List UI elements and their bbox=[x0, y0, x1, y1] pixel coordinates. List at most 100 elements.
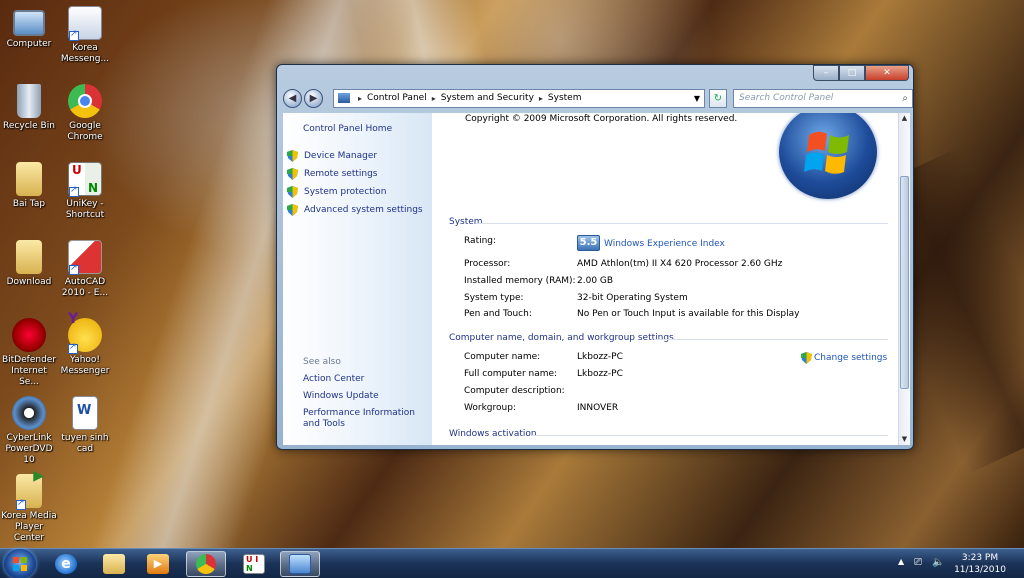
minimize-button[interactable]: – bbox=[813, 65, 839, 81]
pen-touch-label: Pen and Touch: bbox=[464, 309, 532, 319]
system-type-label: System type: bbox=[464, 293, 524, 303]
memory-value: 2.00 GB bbox=[577, 276, 614, 286]
close-button[interactable]: ✕ bbox=[865, 65, 909, 81]
maximize-button[interactable]: □ bbox=[839, 65, 865, 81]
task-label: Device Manager bbox=[304, 151, 378, 161]
desktop-icon-korea-messenger[interactable]: Korea Messeng... bbox=[56, 6, 114, 65]
breadcrumb-chevron-icon[interactable]: ▸ bbox=[432, 94, 436, 103]
breadcrumb-system-security[interactable]: System and Security bbox=[441, 93, 534, 103]
section-divider bbox=[532, 435, 888, 436]
pen-touch-value: No Pen or Touch Input is available for t… bbox=[577, 309, 800, 319]
left-navigation-pane: Control Panel Home Device Manager Remote… bbox=[283, 113, 432, 445]
taskbar-control-panel[interactable] bbox=[280, 551, 320, 577]
internet-explorer-icon: e bbox=[55, 554, 77, 574]
windows-flag-icon bbox=[804, 131, 849, 174]
shield-icon bbox=[287, 186, 298, 198]
windows-activation-section-title: Windows activation bbox=[449, 429, 537, 439]
back-button[interactable]: ◀ bbox=[283, 88, 302, 108]
desktop-icon-label: Korea Messeng... bbox=[60, 43, 110, 64]
desktop-icon-computer[interactable]: Computer bbox=[0, 6, 58, 50]
address-bar-row: ◀ ▶ ▸ Control Panel ▸ System and Securit… bbox=[283, 87, 913, 109]
volume-icon[interactable]: 🔈 bbox=[932, 557, 944, 568]
full-computer-name-value: Lkbozz-PC bbox=[577, 369, 623, 379]
taskbar-windows-explorer[interactable] bbox=[94, 551, 134, 577]
task-label: Advanced system settings bbox=[304, 205, 423, 215]
control-panel-home-link[interactable]: Control Panel Home bbox=[303, 124, 392, 134]
desktop-icon-bitdefender[interactable]: BitDefender Internet Se... bbox=[0, 318, 58, 388]
windows-experience-index-link[interactable]: Windows Experience Index bbox=[604, 239, 725, 249]
change-settings-link[interactable]: Change settings bbox=[801, 352, 887, 364]
taskbar-media-player[interactable]: ▶ bbox=[138, 551, 178, 577]
breadcrumb-control-panel[interactable]: Control Panel bbox=[367, 93, 427, 103]
desktop-icon-korea-media-player[interactable]: ▶ Korea Media Player Center bbox=[0, 469, 58, 544]
taskbar-google-chrome[interactable] bbox=[186, 551, 226, 577]
workgroup-value: INNOVER bbox=[577, 403, 619, 413]
taskbar-internet-explorer[interactable]: e bbox=[46, 551, 86, 577]
windows-update-link[interactable]: Windows Update bbox=[303, 391, 427, 402]
device-manager-link[interactable]: Device Manager bbox=[287, 150, 377, 162]
forward-button[interactable]: ▶ bbox=[304, 88, 323, 108]
desktop-icon-recycle-bin[interactable]: Recycle Bin bbox=[0, 84, 58, 132]
refresh-button[interactable]: ↻ bbox=[709, 88, 727, 108]
caption-buttons: – □ ✕ bbox=[813, 65, 909, 81]
desktop-icon-unikey[interactable]: UN UniKey - Shortcut bbox=[56, 162, 114, 221]
unikey-icon: UN bbox=[68, 162, 102, 197]
computer-icon bbox=[13, 10, 45, 36]
desktop-icon-label: AutoCAD 2010 - E... bbox=[61, 277, 109, 298]
network-icon[interactable]: ⎚ bbox=[914, 557, 922, 568]
desktop-icon-label: tuyen sinh cad bbox=[61, 433, 109, 454]
task-label: System protection bbox=[304, 187, 387, 197]
desktop-icon-label: Yahoo! Messenger bbox=[60, 355, 110, 376]
shield-icon bbox=[287, 150, 298, 162]
copyright-text: Copyright © 2009 Microsoft Corporation. … bbox=[465, 114, 738, 124]
desktop-icon-powerdvd[interactable]: CyberLink PowerDVD 10 bbox=[0, 396, 58, 466]
media-player-icon: ▶ bbox=[147, 554, 169, 574]
computer-name-label: Computer name: bbox=[464, 352, 541, 362]
desktop-icon-bai-tap[interactable]: Bai Tap bbox=[0, 162, 58, 210]
rating-label: Rating: bbox=[464, 236, 497, 246]
address-bar[interactable]: ▸ Control Panel ▸ System and Security ▸ … bbox=[333, 88, 705, 108]
clock-date: 11/13/2010 bbox=[954, 565, 1006, 575]
scroll-up-icon[interactable]: ▲ bbox=[899, 113, 910, 124]
desktop-icon-download[interactable]: Download bbox=[0, 240, 58, 288]
clock-time: 3:23 PM bbox=[961, 553, 999, 563]
system-protection-link[interactable]: System protection bbox=[287, 186, 386, 198]
vertical-scrollbar[interactable]: ▲ ▼ bbox=[898, 113, 910, 445]
unikey-icon: U IN bbox=[243, 554, 265, 574]
folder-icon bbox=[16, 162, 42, 196]
windows-logo bbox=[779, 113, 877, 199]
remote-settings-link[interactable]: Remote settings bbox=[287, 168, 377, 180]
scroll-down-icon[interactable]: ▼ bbox=[899, 434, 910, 445]
chrome-icon bbox=[196, 554, 216, 574]
system-tray: ▲ ⎚ 🔈 3:23 PM 11/13/2010 bbox=[894, 549, 1024, 578]
desktop-icon-label: BitDefender Internet Se... bbox=[1, 355, 57, 387]
search-icon[interactable]: ⌕ bbox=[902, 90, 908, 107]
system-section-title: System bbox=[449, 217, 483, 227]
start-button[interactable] bbox=[4, 549, 36, 578]
shield-icon bbox=[801, 352, 812, 364]
desktop-icon-label: Google Chrome bbox=[67, 121, 103, 142]
scrollbar-thumb[interactable] bbox=[900, 176, 909, 389]
desktop-icon-tuyen-sinh-cad[interactable]: W tuyen sinh cad bbox=[56, 396, 114, 455]
address-dropdown-icon[interactable]: ▼ bbox=[694, 94, 700, 103]
desktop-icon-google-chrome[interactable]: Google Chrome bbox=[56, 84, 114, 143]
breadcrumb-chevron-icon[interactable]: ▸ bbox=[539, 94, 543, 103]
advanced-system-settings-link[interactable]: Advanced system settings bbox=[287, 204, 423, 216]
workgroup-label: Workgroup: bbox=[464, 403, 516, 413]
show-hidden-icons-icon[interactable]: ▲ bbox=[898, 557, 904, 566]
desktop-icon-label: Korea Media Player Center bbox=[1, 511, 57, 543]
breadcrumb-system[interactable]: System bbox=[548, 93, 582, 103]
desktop-icon-label: CyberLink PowerDVD 10 bbox=[5, 433, 53, 465]
desktop-icon-autocad[interactable]: AutoCAD 2010 - E... bbox=[56, 240, 114, 299]
taskbar-unikey[interactable]: U IN bbox=[234, 551, 274, 577]
breadcrumb-chevron-icon[interactable]: ▸ bbox=[358, 94, 362, 103]
experience-index-badge[interactable]: 5.5 bbox=[577, 235, 600, 251]
clock[interactable]: 3:23 PM 11/13/2010 bbox=[950, 552, 1010, 576]
computer-name-value: Lkbozz-PC bbox=[577, 352, 623, 362]
desktop-icon-yahoo-messenger[interactable]: Y Yahoo! Messenger bbox=[56, 312, 114, 377]
recycle-bin-icon bbox=[17, 84, 41, 118]
performance-information-link[interactable]: Performance Information and Tools bbox=[303, 408, 427, 430]
search-input[interactable]: Search Control Panel ⌕ bbox=[733, 88, 913, 108]
system-type-value: 32-bit Operating System bbox=[577, 293, 688, 303]
action-center-link[interactable]: Action Center bbox=[303, 374, 427, 385]
